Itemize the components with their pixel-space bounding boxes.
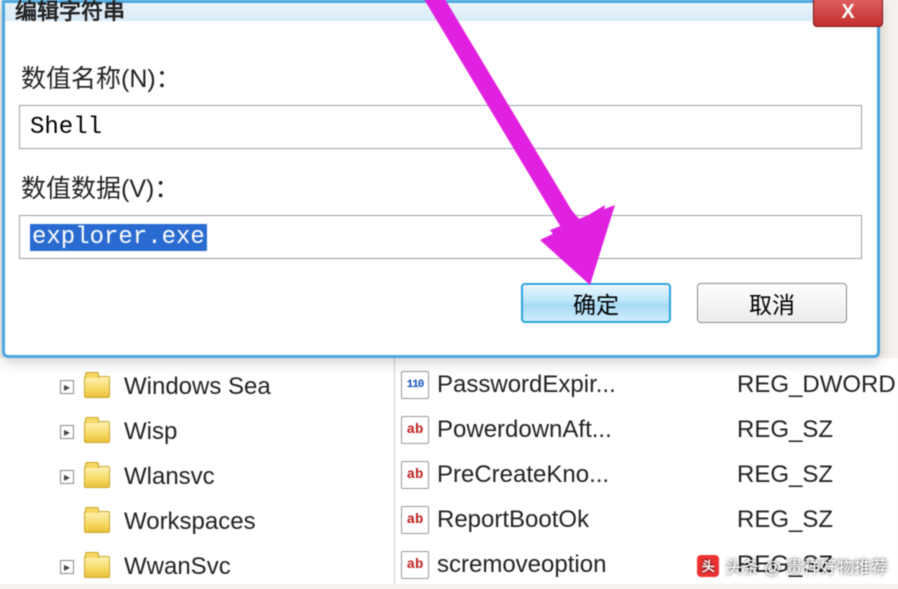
tree-item-label: Wisp xyxy=(124,418,177,446)
table-row[interactable]: ab PowerdownAft... REG_SZ xyxy=(395,407,898,452)
watermark: 头 头条 @ 贵祥好物推荐 xyxy=(697,553,888,578)
value-name: scremoveoption xyxy=(437,551,737,579)
table-row[interactable]: 110 PasswordExpir... REG_DWORD xyxy=(395,362,898,407)
watermark-text: 头条 @ 贵祥好物推荐 xyxy=(725,553,888,578)
reg-sz-icon: ab xyxy=(401,416,429,444)
value-data-text: explorer.exe xyxy=(30,224,207,251)
value-data-label: 数值数据(V)： xyxy=(21,169,863,205)
tree-item[interactable]: Workspaces xyxy=(0,499,394,544)
ok-button-label: 确定 xyxy=(573,286,619,320)
tree-item[interactable]: ▸ Wlansvc xyxy=(0,454,394,499)
table-row[interactable]: ab PreCreateKno... REG_SZ xyxy=(395,452,898,497)
folder-icon xyxy=(84,421,110,443)
watermark-logo-icon: 头 xyxy=(697,555,719,577)
edit-string-dialog: 编辑字符串 X 数值名称(N)： Shell 数值数据(V)： explorer… xyxy=(2,0,880,358)
value-name: PowerdownAft... xyxy=(437,416,737,444)
folder-icon xyxy=(84,511,110,533)
value-name-input[interactable]: Shell xyxy=(19,105,862,149)
ok-button[interactable]: 确定 xyxy=(521,283,671,323)
tree-item-label: Windows Sea xyxy=(124,373,271,401)
value-name: PasswordExpir... xyxy=(437,371,737,399)
registry-tree[interactable]: ▸ Windows Sea ▸ Wisp ▸ Wlansvc Workspace… xyxy=(0,358,395,584)
folder-icon xyxy=(84,376,110,398)
close-button[interactable]: X xyxy=(813,0,883,27)
folder-icon xyxy=(84,556,110,578)
dialog-button-row: 确定 取消 xyxy=(19,259,863,323)
reg-sz-icon: ab xyxy=(401,461,429,489)
tree-item[interactable]: ▸ WwanSvc xyxy=(0,544,394,589)
value-name: PreCreateKno... xyxy=(437,461,737,489)
reg-dword-icon: 110 xyxy=(401,371,429,399)
value-type: REG_SZ xyxy=(737,506,898,534)
cancel-button-label: 取消 xyxy=(749,286,795,320)
value-name: ReportBootOk xyxy=(437,506,737,534)
value-type: REG_SZ xyxy=(737,461,898,489)
expand-icon[interactable]: ▸ xyxy=(60,380,74,394)
expand-icon[interactable]: ▸ xyxy=(60,560,74,574)
value-name-text: Shell xyxy=(30,114,102,141)
tree-item[interactable]: ▸ Windows Sea xyxy=(0,364,394,409)
folder-icon xyxy=(84,466,110,488)
value-name-label: 数值名称(N)： xyxy=(21,59,863,95)
table-row[interactable]: ab ReportBootOk REG_SZ xyxy=(395,497,898,542)
reg-sz-icon: ab xyxy=(401,506,429,534)
reg-sz-icon: ab xyxy=(401,551,429,579)
dialog-title: 编辑字符串 xyxy=(15,0,125,26)
close-icon: X xyxy=(841,1,854,24)
tree-item-label: Workspaces xyxy=(124,508,256,536)
tree-item-label: WwanSvc xyxy=(124,553,231,581)
value-type: REG_DWORD xyxy=(737,371,898,399)
cancel-button[interactable]: 取消 xyxy=(697,283,847,323)
dialog-body: 数值名称(N)： Shell 数值数据(V)： explorer.exe 确定 … xyxy=(5,21,877,333)
expand-icon[interactable]: ▸ xyxy=(60,470,74,484)
tree-item[interactable]: ▸ Wisp xyxy=(0,409,394,454)
tree-item-label: Wlansvc xyxy=(124,463,215,491)
value-type: REG_SZ xyxy=(737,416,898,444)
value-data-input[interactable]: explorer.exe xyxy=(19,215,862,259)
expand-icon[interactable]: ▸ xyxy=(60,425,74,439)
dialog-titlebar[interactable]: 编辑字符串 X xyxy=(5,3,877,21)
registry-editor: ▸ Windows Sea ▸ Wisp ▸ Wlansvc Workspace… xyxy=(0,358,898,584)
registry-value-list[interactable]: 110 PasswordExpir... REG_DWORD ab Powerd… xyxy=(395,358,898,584)
